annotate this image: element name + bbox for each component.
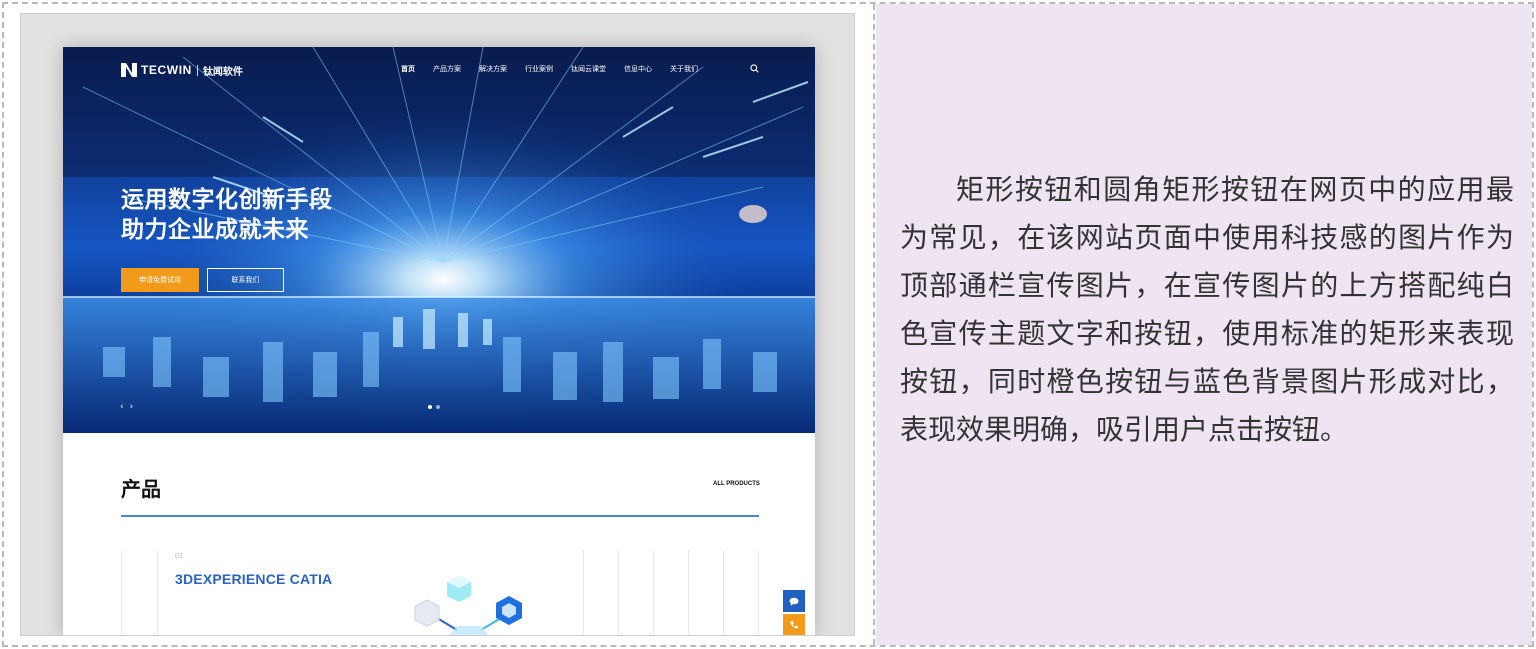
hero-title-line1: 运用数字化创新手段 xyxy=(121,187,333,213)
all-products-link[interactable]: ALL PRODUCTS xyxy=(713,481,760,487)
logo-chinese-name: 钛闻软件 xyxy=(202,66,243,78)
phone-icon xyxy=(790,621,798,629)
hero-banner: TECWIN 钛闻软件 首页 产品方案 解决方案 行业案例 钛闻云课堂 信息中心… xyxy=(63,47,815,433)
slider-dot[interactable] xyxy=(428,405,432,409)
description-text: 矩形按钮和圆角矩形按钮在网页中的应用最为常见，在该网站页面中使用科技感的图片作为… xyxy=(900,173,1514,446)
products-section-title: 产品 xyxy=(121,477,161,501)
slider-prev-icon[interactable]: ‹ xyxy=(120,402,124,412)
website-page: TECWIN 钛闻软件 首页 产品方案 解决方案 行业案例 钛闻云课堂 信息中心… xyxy=(63,47,815,635)
phone-float-button[interactable] xyxy=(783,614,805,635)
slider-dot[interactable] xyxy=(436,405,440,409)
product-cubes-illustration xyxy=(414,576,522,635)
nav-cases[interactable]: 行业案例 xyxy=(525,64,553,74)
slider-arrows: ‹ › xyxy=(120,402,133,412)
nav-classroom[interactable]: 钛闻云课堂 xyxy=(571,64,606,74)
section-underline xyxy=(121,515,759,517)
product-name[interactable]: 3DEXPERIENCE CATIA xyxy=(175,571,332,587)
column-divider xyxy=(618,550,619,635)
search-icon[interactable] xyxy=(750,64,759,73)
chat-float-button[interactable] xyxy=(783,590,805,612)
nav-home[interactable]: 首页 xyxy=(401,64,415,74)
main-nav: 首页 产品方案 解决方案 行业案例 钛闻云课堂 信息中心 关于我们 xyxy=(401,64,716,74)
logo-separator xyxy=(196,64,198,76)
contact-us-button[interactable]: 联系我们 xyxy=(207,268,284,292)
column-divider xyxy=(723,550,724,635)
column-divider xyxy=(653,550,654,635)
column-divider xyxy=(157,550,158,635)
column-divider xyxy=(121,550,122,635)
nav-news[interactable]: 信息中心 xyxy=(624,64,652,74)
product-index: 02. xyxy=(175,553,185,560)
tecwin-logo[interactable]: TECWIN 钛闻软件 xyxy=(120,61,243,79)
column-divider xyxy=(758,550,759,635)
tecwin-logo-icon xyxy=(121,63,137,77)
chat-icon xyxy=(789,597,799,606)
nav-products[interactable]: 产品方案 xyxy=(433,64,461,74)
free-trial-button[interactable]: 申请免费试用 xyxy=(121,268,199,292)
nav-about[interactable]: 关于我们 xyxy=(670,64,698,74)
hero-headline: 运用数字化创新手段 助力企业成就未来 xyxy=(121,185,333,245)
logo-brand-text: TECWIN xyxy=(141,63,192,77)
panel-divider xyxy=(873,4,875,645)
nav-solutions[interactable]: 解决方案 xyxy=(479,64,507,74)
column-divider xyxy=(583,550,584,635)
slider-next-icon[interactable]: › xyxy=(130,402,134,412)
hero-title-line2: 助力企业成就未来 xyxy=(121,217,309,243)
column-divider xyxy=(688,550,689,635)
website-screenshot: TECWIN 钛闻软件 首页 产品方案 解决方案 行业案例 钛闻云课堂 信息中心… xyxy=(20,13,855,636)
slider-pagination xyxy=(428,405,440,409)
